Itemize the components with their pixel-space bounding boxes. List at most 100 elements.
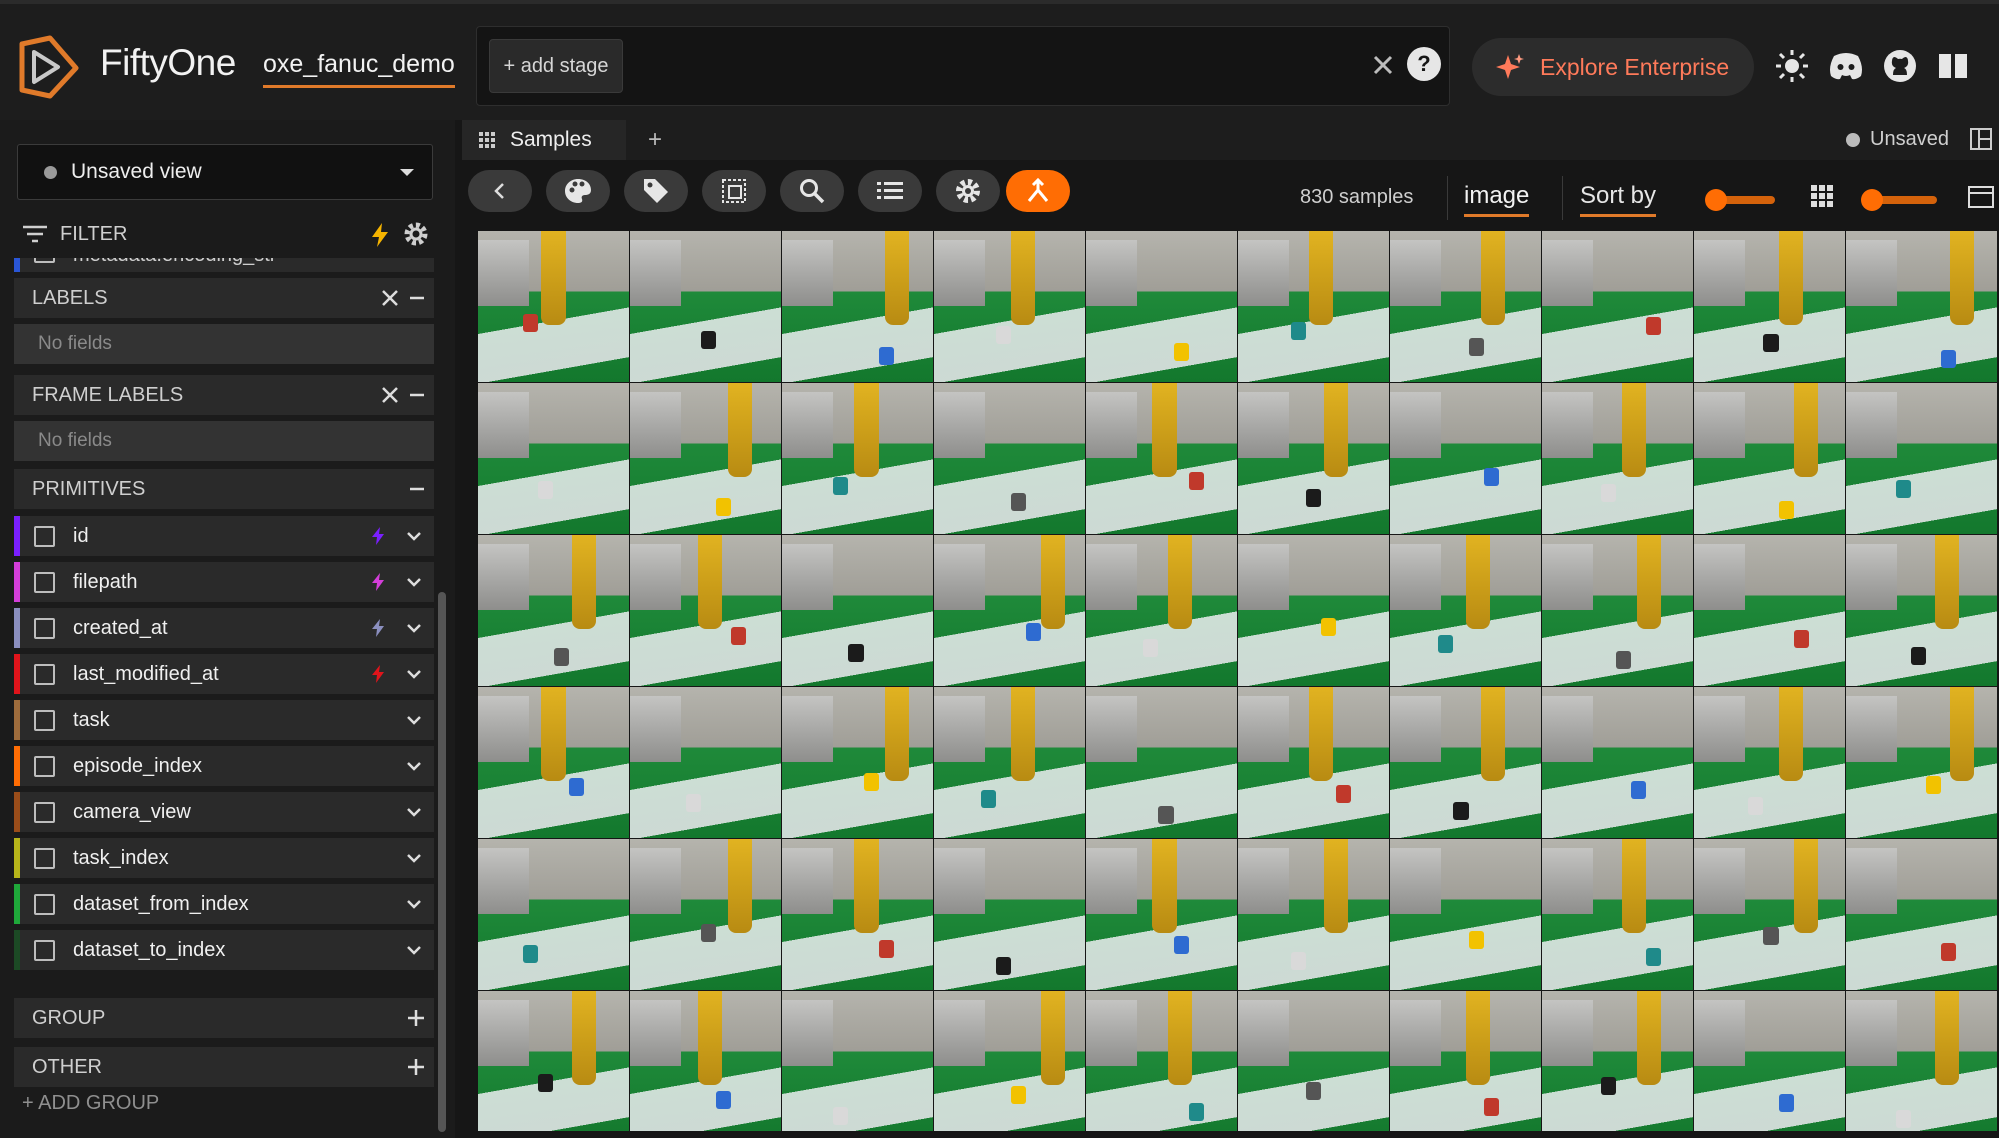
sample-thumbnail[interactable] xyxy=(1694,687,1845,838)
sample-thumbnail[interactable] xyxy=(1086,839,1237,990)
field-row-created-at[interactable]: created_at xyxy=(14,608,434,648)
gear-icon[interactable] xyxy=(402,220,430,248)
explore-enterprise-button[interactable]: Explore Enterprise xyxy=(1472,38,1754,96)
group-by-button[interactable] xyxy=(1006,170,1070,212)
expand-icon[interactable] xyxy=(404,1006,428,1030)
sample-thumbnail[interactable] xyxy=(934,839,1085,990)
sample-thumbnail[interactable] xyxy=(1086,383,1237,534)
sample-thumbnail[interactable] xyxy=(782,535,933,686)
chevron-down-icon[interactable] xyxy=(404,710,424,730)
add-group-button[interactable]: + ADD GROUP xyxy=(22,1092,159,1115)
chevron-down-icon[interactable] xyxy=(404,940,424,960)
field-checkbox[interactable] xyxy=(34,618,55,639)
collapse-icon[interactable] xyxy=(406,383,428,407)
list-button[interactable] xyxy=(858,170,922,212)
collapse-icon[interactable] xyxy=(406,286,428,310)
add-panel-icon[interactable]: + xyxy=(648,126,662,154)
sample-thumbnail[interactable] xyxy=(630,991,781,1131)
field-row-id[interactable]: id xyxy=(14,516,434,556)
chevron-down-icon[interactable] xyxy=(404,894,424,914)
sample-thumbnail[interactable] xyxy=(1238,231,1389,382)
sample-thumbnail[interactable] xyxy=(782,687,933,838)
filter-icon[interactable] xyxy=(22,224,48,244)
sample-thumbnail[interactable] xyxy=(934,231,1085,382)
sample-thumbnail[interactable] xyxy=(782,383,933,534)
sample-thumbnail[interactable] xyxy=(1846,687,1997,838)
sample-thumbnail[interactable] xyxy=(1846,383,1997,534)
sample-thumbnail[interactable] xyxy=(1086,687,1237,838)
field-row-camera-view[interactable]: camera_view xyxy=(14,792,434,832)
sample-thumbnail[interactable] xyxy=(1542,839,1693,990)
sample-thumbnail[interactable] xyxy=(1846,535,1997,686)
field-row-dataset-from-index[interactable]: dataset_from_index xyxy=(14,884,434,924)
group-header-group[interactable]: GROUP xyxy=(14,998,434,1038)
sample-thumbnail[interactable] xyxy=(478,991,629,1131)
field-row-episode-index[interactable]: episode_index xyxy=(14,746,434,786)
chevron-down-icon[interactable] xyxy=(404,848,424,868)
sidebar-scrollbar[interactable] xyxy=(438,592,446,1132)
field-checkbox[interactable] xyxy=(34,756,55,777)
media-field-selector[interactable]: image xyxy=(1464,182,1530,217)
sample-thumbnail[interactable] xyxy=(1390,991,1541,1131)
chevron-down-icon[interactable] xyxy=(404,664,424,684)
help-icon[interactable]: ? xyxy=(1407,47,1441,81)
clear-icon[interactable] xyxy=(378,383,402,407)
sample-thumbnail[interactable] xyxy=(478,383,629,534)
field-checkbox[interactable] xyxy=(34,848,55,869)
sample-thumbnail[interactable] xyxy=(1542,535,1693,686)
sample-thumbnail[interactable] xyxy=(478,535,629,686)
patches-button[interactable] xyxy=(702,170,766,212)
similarity-search-button[interactable] xyxy=(780,170,844,212)
sample-thumbnail[interactable] xyxy=(1542,231,1693,382)
tag-button[interactable] xyxy=(624,170,688,212)
group-header-primitives[interactable]: PRIMITIVES xyxy=(14,469,434,509)
sample-thumbnail[interactable] xyxy=(1238,383,1389,534)
field-checkbox[interactable] xyxy=(34,258,55,263)
lightning-icon[interactable] xyxy=(370,222,390,248)
chevron-down-icon[interactable] xyxy=(404,756,424,776)
collapse-icon[interactable] xyxy=(406,477,428,501)
sample-thumbnail[interactable] xyxy=(1086,231,1237,382)
field-checkbox[interactable] xyxy=(34,802,55,823)
tab-samples[interactable]: Samples xyxy=(462,120,626,160)
chevron-down-icon[interactable] xyxy=(404,572,424,592)
sample-thumbnail[interactable] xyxy=(782,231,933,382)
sample-thumbnail[interactable] xyxy=(1846,231,1997,382)
sample-thumbnail[interactable] xyxy=(1694,991,1845,1131)
sample-thumbnail[interactable] xyxy=(934,383,1085,534)
sample-thumbnail[interactable] xyxy=(1846,839,1997,990)
field-checkbox[interactable] xyxy=(34,710,55,731)
grid-icon[interactable] xyxy=(1810,184,1834,208)
sample-thumbnail[interactable] xyxy=(1390,231,1541,382)
zoom-slider[interactable] xyxy=(1705,189,1775,211)
sort-by-selector[interactable]: Sort by xyxy=(1580,182,1657,217)
sample-thumbnail[interactable] xyxy=(1238,991,1389,1131)
field-row-dataset-to-index[interactable]: dataset_to_index xyxy=(14,930,434,970)
sample-thumbnail[interactable] xyxy=(1694,231,1845,382)
back-button[interactable] xyxy=(468,170,532,212)
fiftyone-logo-icon[interactable] xyxy=(16,34,82,100)
add-stage-button[interactable]: + add stage xyxy=(489,39,623,93)
sample-thumbnail[interactable] xyxy=(1390,535,1541,686)
chevron-down-icon[interactable] xyxy=(404,526,424,546)
sample-thumbnail[interactable] xyxy=(1542,383,1693,534)
layout-icon[interactable] xyxy=(1970,128,1992,150)
sample-thumbnail[interactable] xyxy=(630,535,781,686)
sample-thumbnail[interactable] xyxy=(934,535,1085,686)
sample-thumbnail[interactable] xyxy=(478,839,629,990)
sun-icon[interactable] xyxy=(1772,46,1812,86)
expand-icon[interactable] xyxy=(404,1055,428,1079)
sample-thumbnail[interactable] xyxy=(1238,839,1389,990)
sample-thumbnail[interactable] xyxy=(934,991,1085,1131)
field-checkbox[interactable] xyxy=(34,664,55,685)
group-header-other[interactable]: OTHER xyxy=(14,1047,434,1087)
field-row-last-modified-at[interactable]: last_modified_at xyxy=(14,654,434,694)
sample-thumbnail[interactable] xyxy=(1238,535,1389,686)
grid-size-slider[interactable] xyxy=(1861,189,1937,211)
sample-thumbnail[interactable] xyxy=(1238,687,1389,838)
sample-thumbnail[interactable] xyxy=(630,687,781,838)
field-checkbox[interactable] xyxy=(34,526,55,547)
sample-thumbnail[interactable] xyxy=(1694,535,1845,686)
field-checkbox[interactable] xyxy=(34,940,55,961)
group-header-frame-labels[interactable]: FRAME LABELS xyxy=(14,375,434,415)
